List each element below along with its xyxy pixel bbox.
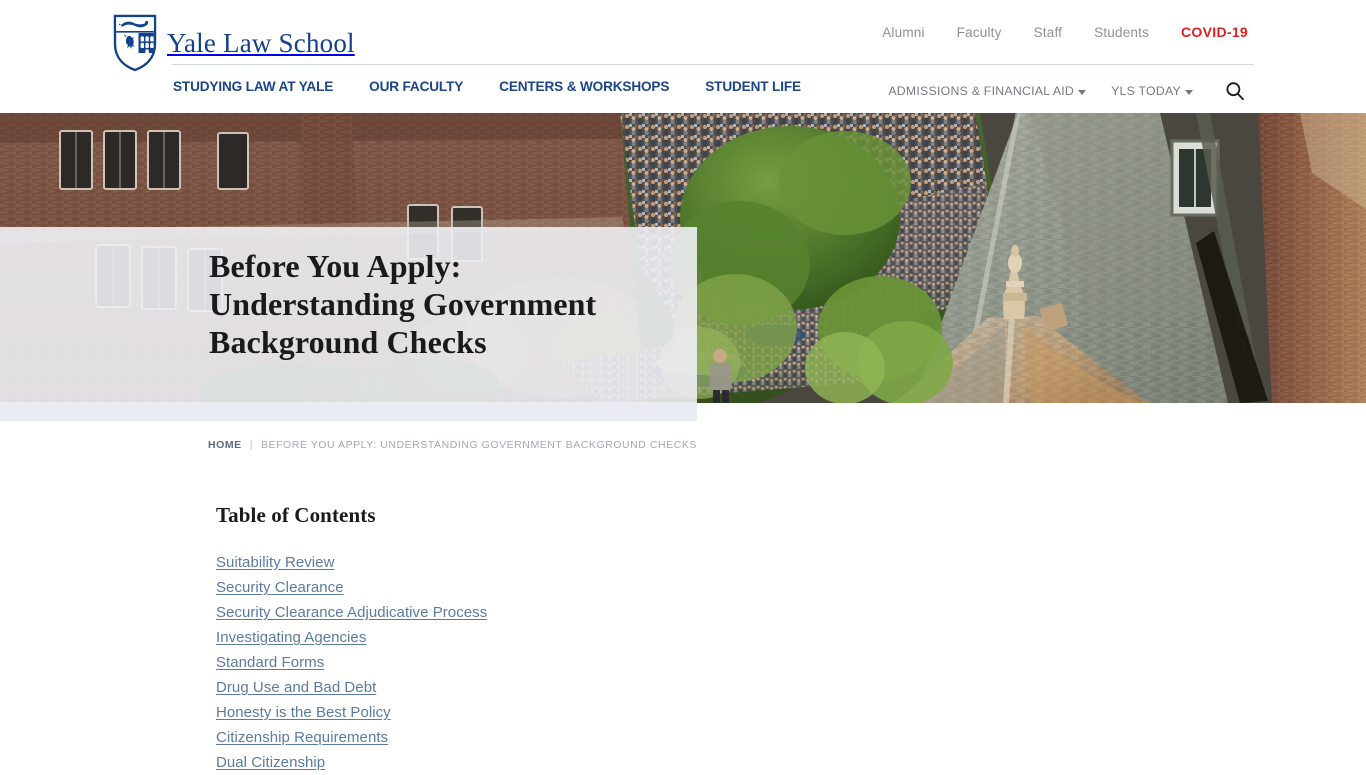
list-item: Investigating Agencies [216,625,856,650]
nav-item-admissions-label: ADMISSIONS & FINANCIAL AID [888,84,1075,98]
site-wordmark: Yale Law School [167,27,355,58]
toc-link-citizenship-requirements[interactable]: Citizenship Requirements [216,729,388,746]
yale-shield-crest-icon [113,14,157,72]
nav-item-studying-law-at-yale[interactable]: STUDYING LAW AT YALE [173,79,333,94]
utility-nav-item-alumni[interactable]: Alumni [882,25,924,40]
toc-link-security-clearance-adjudicative-process[interactable]: Security Clearance Adjudicative Process [216,604,487,621]
toc-link-suitability-review[interactable]: Suitability Review [216,554,334,571]
main-content: Table of Contents Suitability Review Sec… [216,503,856,775]
list-item: Standard Forms [216,650,856,675]
chevron-down-icon [1185,89,1193,95]
utility-nav-item-faculty[interactable]: Faculty [957,25,1002,40]
primary-nav: STUDYING LAW AT YALE OUR FACULTY CENTERS… [173,79,801,94]
utility-nav-item-covid19[interactable]: COVID-19 [1181,24,1248,40]
table-of-contents-heading: Table of Contents [216,503,376,527]
hero-banner: Before You Apply: Understanding Governme… [0,113,1366,422]
search-icon [1226,82,1244,101]
hero-panel-footer-band [0,402,697,421]
nav-item-admissions-financial-aid[interactable]: ADMISSIONS & FINANCIAL AID [888,84,1087,98]
search-button[interactable] [1224,80,1246,102]
nav-item-our-faculty[interactable]: OUR FACULTY [369,79,463,94]
nav-item-student-life[interactable]: STUDENT LIFE [705,79,801,94]
page-title: Before You Apply: Understanding Governme… [209,248,597,360]
list-item: Dual Citizenship [216,750,856,775]
toc-link-honesty-is-the-best-policy[interactable]: Honesty is the Best Policy [216,704,391,721]
header-divider [172,64,1254,65]
breadcrumb: HOME | BEFORE YOU APPLY: UNDERSTANDING G… [208,439,697,451]
utility-nav-item-staff[interactable]: Staff [1034,25,1063,40]
site-header: Yale Law School Alumni Faculty Staff Stu… [0,0,1366,113]
toc-link-investigating-agencies[interactable]: Investigating Agencies [216,629,366,646]
toc-link-standard-forms[interactable]: Standard Forms [216,654,324,671]
table-of-contents-list: Suitability Review Security Clearance Se… [216,550,856,775]
breadcrumb-current-page: BEFORE YOU APPLY: UNDERSTANDING GOVERNME… [260,439,697,451]
toc-link-security-clearance[interactable]: Security Clearance [216,579,344,596]
breadcrumb-separator: | [249,439,253,451]
list-item: Honesty is the Best Policy [216,700,856,725]
toc-link-drug-use-and-bad-debt[interactable]: Drug Use and Bad Debt [216,679,376,696]
list-item: Drug Use and Bad Debt [216,675,856,700]
utility-nav: Alumni Faculty Staff Students COVID-19 [882,24,1248,40]
utility-nav-item-students[interactable]: Students [1094,25,1149,40]
list-item: Suitability Review [216,550,856,575]
list-item: Security Clearance [216,575,856,600]
nav-item-yls-today-label: YLS TODAY [1111,84,1181,98]
primary-nav-right: ADMISSIONS & FINANCIAL AID YLS TODAY [888,80,1246,102]
nav-item-yls-today[interactable]: YLS TODAY [1111,84,1193,98]
list-item: Citizenship Requirements [216,725,856,750]
nav-item-centers-and-workshops[interactable]: CENTERS & WORKSHOPS [499,79,669,94]
toc-link-dual-citizenship[interactable]: Dual Citizenship [216,754,325,771]
breadcrumb-home-link[interactable]: HOME [208,439,242,451]
chevron-down-icon [1078,89,1087,95]
list-item: Security Clearance Adjudicative Process [216,600,856,625]
